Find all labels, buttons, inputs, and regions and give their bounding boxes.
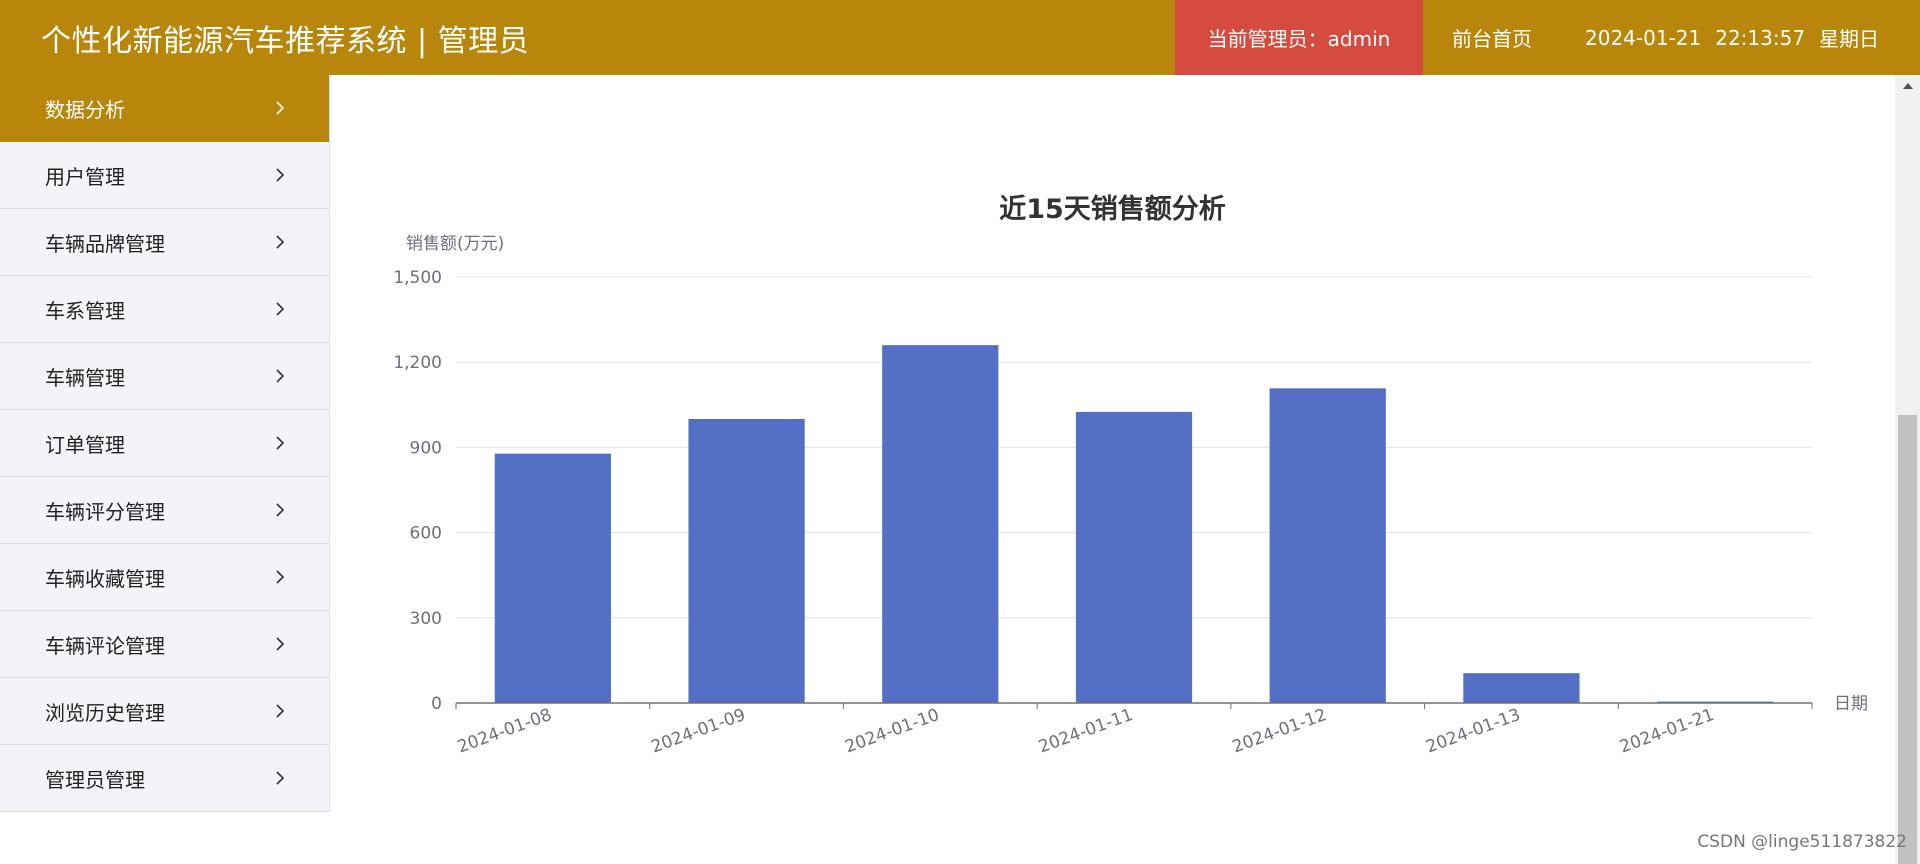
bar-2024-01-09 [688,419,805,703]
chevron-right-icon [271,367,289,385]
frontend-home-link[interactable]: 前台首页 [1423,0,1561,75]
current-admin-badge: 当前管理员：admin [1175,0,1423,75]
y-axis-label: 销售额(万元) [406,234,504,254]
app-root: 个性化新能源汽车推荐系统 | 管理员 当前管理员：admin 前台首页 2024… [0,0,1920,864]
x-tick-label: 2024-01-13 [1423,705,1523,758]
bar-2024-01-08 [494,453,611,703]
sidebar-menu: 数据分析 用户管理 车辆品牌管理 车系管理 车辆管理 订单管理 车辆评分管理 车… [0,75,330,812]
watermark-text: CSDN @linge511873822 [1697,832,1907,852]
x-tick-label: 2024-01-10 [842,705,942,758]
chevron-right-icon [271,769,289,787]
bar-2024-01-13 [1463,673,1580,703]
chevron-right-icon [271,635,289,653]
scrollbar-thumb[interactable] [1898,415,1917,864]
sidebar-item-data-analysis[interactable]: 数据分析 [0,75,329,142]
x-axis-label: 日期 [1834,694,1868,714]
sidebar-item-user-management[interactable]: 用户管理 [0,142,329,209]
x-tick-label: 2024-01-08 [455,705,555,758]
y-tick-label: 900 [410,438,442,458]
sidebar-item-history-management[interactable]: 浏览历史管理 [0,678,329,745]
y-tick-label: 300 [410,609,442,629]
chevron-right-icon [271,233,289,251]
chevron-right-icon [271,568,289,586]
sidebar-item-admin-management[interactable]: 管理员管理 [0,745,329,812]
sidebar-item-label: 订单管理 [45,432,125,457]
y-tick-label: 1,200 [393,353,442,373]
sidebar-item-label: 浏览历史管理 [45,700,165,725]
chevron-right-icon [271,99,289,117]
sidebar-item-rating-management[interactable]: 车辆评分管理 [0,477,329,544]
sidebar-item-label: 车系管理 [45,298,125,323]
chevron-right-icon [271,434,289,452]
sidebar-item-series-management[interactable]: 车系管理 [0,276,329,343]
sales-chart-panel: 近15天销售额分析 0 300 600 900 1,200 1,500 销售额(万元) 202… [330,75,1895,864]
y-tick-label: 1,500 [393,268,442,288]
sidebar-item-label: 车辆管理 [45,365,125,390]
bar-2024-01-11 [1075,411,1193,703]
current-time: 22:13:57 [1715,25,1806,50]
sales-bar-chart: 0 300 600 900 1,200 1,500 销售额(万元) 2024-01-08 202… [393,234,1868,758]
x-tick-label: 2024-01-12 [1230,705,1330,758]
top-header: 个性化新能源汽车推荐系统 | 管理员 当前管理员：admin 前台首页 2024… [0,0,1920,75]
sidebar-item-label: 车辆评论管理 [45,633,165,658]
x-tick-label: 2024-01-21 [1617,705,1717,758]
sidebar-item-favorite-management[interactable]: 车辆收藏管理 [0,544,329,611]
current-weekday: 星期日 [1819,27,1880,51]
sidebar-item-label: 车辆品牌管理 [45,231,165,256]
x-tick-label: 2024-01-09 [649,705,749,758]
chevron-right-icon [271,300,289,318]
bar-2024-01-10 [882,345,999,703]
bar-2024-01-12 [1269,388,1386,703]
datetime-display: 2024-01-21 22:13:57 星期日 [1585,0,1879,75]
sidebar-item-vehicle-management[interactable]: 车辆管理 [0,343,329,410]
sidebar-item-comment-management[interactable]: 车辆评论管理 [0,611,329,678]
sidebar-item-label: 管理员管理 [45,767,145,792]
chevron-right-icon [271,702,289,720]
current-date: 2024-01-21 [1585,25,1702,50]
page-scrollbar[interactable] [1895,75,1920,864]
sidebar-item-brand-management[interactable]: 车辆品牌管理 [0,209,329,276]
chevron-right-icon [271,501,289,519]
scroll-up-arrow-icon[interactable] [1895,75,1920,97]
sidebar-item-label: 用户管理 [45,164,125,189]
sidebar-item-label: 车辆收藏管理 [45,566,165,591]
sidebar-item-order-management[interactable]: 订单管理 [0,410,329,477]
app-title: 个性化新能源汽车推荐系统 | 管理员 [41,23,530,59]
y-tick-label: 0 [431,694,442,714]
y-tick-label: 600 [410,524,442,544]
chevron-right-icon [271,166,289,184]
x-tick-label: 2024-01-11 [1036,705,1136,758]
sidebar-item-label: 数据分析 [45,97,125,122]
sidebar-item-label: 车辆评分管理 [45,499,165,524]
